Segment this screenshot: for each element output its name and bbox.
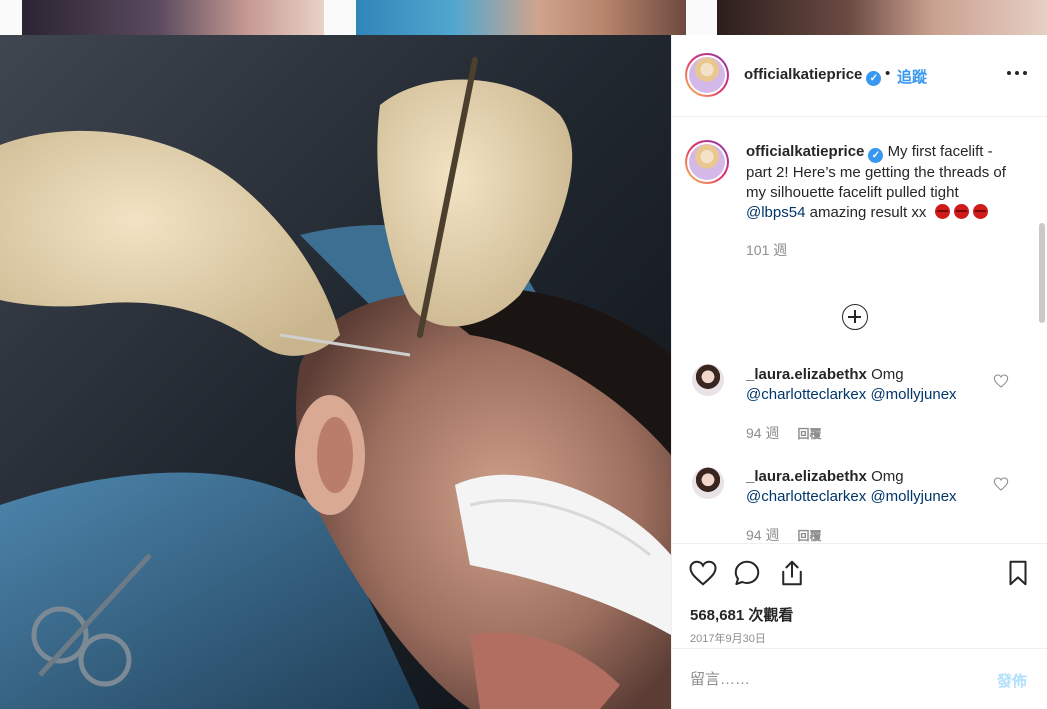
thumbnail-image[interactable] <box>717 0 1047 35</box>
comments-section[interactable]: officialkatieprice ✓ My first facelift - … <box>672 118 1047 543</box>
comment-username[interactable]: _laura.elizabethx <box>746 366 867 383</box>
commenter-avatar[interactable] <box>692 364 724 396</box>
verified-badge-icon: ✓ <box>866 71 882 86</box>
more-options-icon[interactable] <box>1007 65 1033 81</box>
comment-time[interactable]: 94 週 <box>746 425 779 441</box>
post-actions: 568,681 次觀看 2017年9月30日 <box>672 543 1047 648</box>
comments-scrollbar[interactable] <box>1039 223 1045 323</box>
follow-button[interactable]: 追蹤 <box>897 66 927 87</box>
comment-meta: 94 週 回覆 <box>746 423 821 443</box>
like-comment-heart-icon[interactable] <box>993 373 1009 389</box>
comment-mention[interactable]: @charlotteclarkex <box>746 488 866 505</box>
background-thumbnails <box>0 0 1047 35</box>
comment-mention[interactable]: @mollyjunex <box>870 386 956 403</box>
video-frame-image <box>0 35 671 709</box>
comment-meta: 94 週 回覆 <box>746 525 821 543</box>
caption-text: officialkatieprice ✓ My first facelift - … <box>746 142 1016 223</box>
thumbnail-image[interactable] <box>22 0 324 35</box>
thumbnail-image[interactable] <box>356 0 686 35</box>
post-modal: officialkatieprice ✓ • 追蹤 officialkatiepr… <box>0 35 1047 709</box>
separator-dot: • <box>885 65 891 82</box>
author-username[interactable]: officialkatieprice <box>744 66 862 83</box>
share-icon[interactable] <box>777 558 807 588</box>
header-username-wrap: officialkatieprice ✓ <box>744 66 882 86</box>
post-side-panel: officialkatieprice ✓ • 追蹤 officialkatiepr… <box>671 35 1047 709</box>
verified-badge-icon: ✓ <box>868 148 884 163</box>
comment-body: Omg <box>871 468 904 485</box>
kiss-mark-icon <box>953 204 969 219</box>
comment-username[interactable]: _laura.elizabethx <box>746 468 867 485</box>
comment-text: _laura.elizabethx Omg @charlotteclarkex … <box>746 365 1016 405</box>
comment-text: _laura.elizabethx Omg @charlotteclarkex … <box>746 467 1016 507</box>
save-bookmark-icon[interactable] <box>1003 558 1033 588</box>
like-heart-icon[interactable] <box>688 558 718 588</box>
caption-username[interactable]: officialkatieprice <box>746 143 864 160</box>
caption-mention[interactable]: @lbps54 <box>746 204 805 221</box>
post-date[interactable]: 2017年9月30日 <box>690 630 766 646</box>
comment-body: Omg <box>871 366 904 383</box>
post-video[interactable] <box>0 35 671 709</box>
load-more-comments-icon[interactable] <box>842 304 868 330</box>
author-avatar[interactable] <box>685 140 729 184</box>
like-comment-heart-icon[interactable] <box>993 476 1009 492</box>
kiss-mark-icon <box>934 204 950 219</box>
post-comment-button[interactable]: 發佈 <box>997 670 1027 691</box>
comment-bubble-icon[interactable] <box>732 558 762 588</box>
caption-body-end: amazing result xx <box>805 204 927 221</box>
comment-mention[interactable]: @mollyjunex <box>870 488 956 505</box>
kiss-mark-icon <box>972 204 988 219</box>
commenter-avatar[interactable] <box>692 467 724 499</box>
comment-time[interactable]: 94 週 <box>746 527 779 543</box>
comment-mention[interactable]: @charlotteclarkex <box>746 386 866 403</box>
caption-time[interactable]: 101 週 <box>746 242 787 258</box>
author-avatar[interactable] <box>685 53 729 97</box>
caption-meta: 101 週 <box>746 240 787 260</box>
reply-button[interactable]: 回覆 <box>797 427 821 441</box>
comment-input[interactable] <box>690 668 980 690</box>
view-count[interactable]: 568,681 次觀看 <box>690 604 793 625</box>
reply-button[interactable]: 回覆 <box>797 529 821 543</box>
add-comment-bar: 發佈 <box>672 648 1047 709</box>
post-header: officialkatieprice ✓ • 追蹤 <box>672 35 1047 117</box>
